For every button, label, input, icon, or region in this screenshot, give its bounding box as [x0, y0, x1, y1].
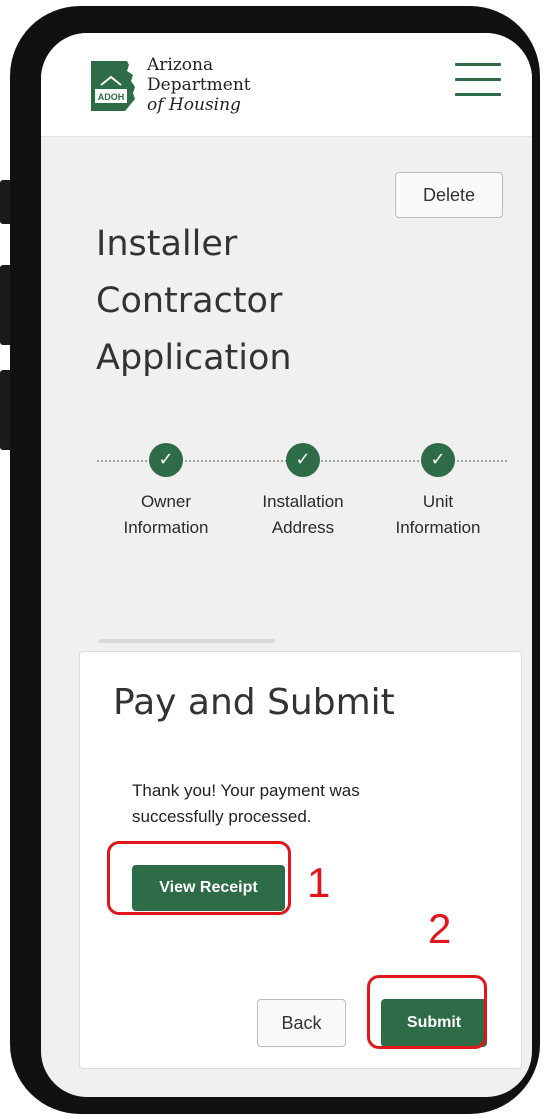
logo-line-1: Arizona — [147, 55, 214, 75]
step-label: Unit Information — [368, 489, 508, 541]
hamburger-menu-icon[interactable] — [455, 63, 501, 103]
progress-stepper: ✓ Owner Information ✓ Installation Addre… — [97, 443, 507, 543]
page-title-line-2: Contractor — [96, 281, 283, 321]
delete-button[interactable]: Delete — [395, 172, 503, 218]
annotation-number-1: 1 — [307, 859, 331, 906]
menu-bar — [455, 78, 501, 81]
step-owner-information: ✓ Owner Information — [96, 443, 236, 541]
step-label-line-2: Address — [271, 518, 335, 537]
step-label-line-2: Information — [395, 518, 481, 537]
menu-bar — [455, 63, 501, 66]
step-label: Installation Address — [233, 489, 373, 541]
step-label-line-1: Unit — [422, 492, 454, 511]
menu-bar — [455, 93, 501, 96]
annotation-box-view-receipt — [107, 841, 291, 915]
step-label-line-1: Installation — [262, 492, 344, 511]
back-button[interactable]: Back — [257, 999, 346, 1047]
logo-wordmark: Arizona Department of Housing — [147, 55, 251, 115]
logo-line-3: of Housing — [147, 95, 241, 115]
phone-screen: ADOH Arizona Department of Housing Delet… — [41, 33, 532, 1097]
annotation-number-2: 2 — [428, 905, 452, 952]
step-label-line-2: Information — [123, 518, 209, 537]
step-label-line-1: Owner — [140, 492, 192, 511]
page-title: Installer Contractor Application — [96, 216, 396, 387]
step-unit-information: ✓ Unit Information — [368, 443, 508, 541]
page-title-line-1: Installer — [96, 224, 238, 264]
adoh-logo-icon[interactable]: ADOH — [87, 59, 145, 113]
page-title-line-3: Application — [96, 338, 292, 378]
step-label: Owner Information — [96, 489, 236, 541]
annotation-box-submit — [367, 975, 487, 1049]
logo-line-2: Department — [147, 75, 251, 95]
logo-badge-text: ADOH — [98, 92, 125, 102]
check-icon: ✓ — [421, 443, 455, 477]
payment-success-message: Thank you! Your payment was successfully… — [132, 781, 360, 826]
check-icon: ✓ — [149, 443, 183, 477]
phone-frame: ADOH Arizona Department of Housing Delet… — [10, 6, 540, 1114]
step-installation-address: ✓ Installation Address — [233, 443, 373, 541]
section-divider — [99, 639, 275, 643]
check-icon: ✓ — [286, 443, 320, 477]
card-title: Pay and Submit — [113, 682, 395, 723]
site-header: ADOH Arizona Department of Housing — [41, 33, 532, 137]
